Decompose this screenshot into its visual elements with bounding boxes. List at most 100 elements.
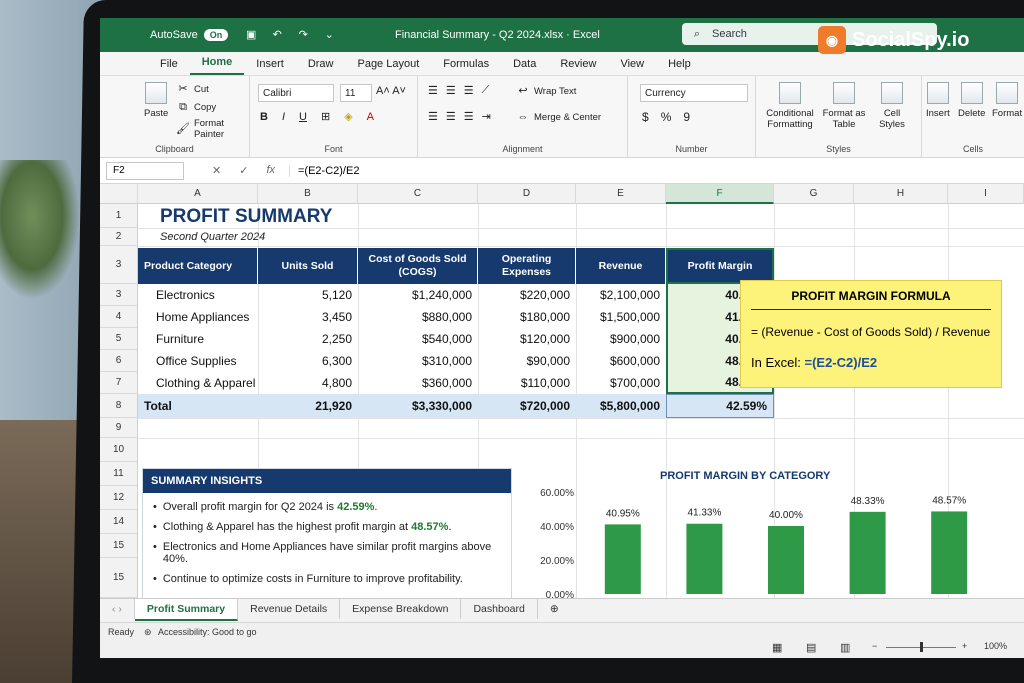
copy-button[interactable]: ⧉ Copy <box>176 100 216 114</box>
row-header[interactable]: 15 <box>100 534 138 558</box>
menu-file[interactable]: File <box>148 58 190 75</box>
conditional-formatting-button[interactable]: Conditional Formatting <box>762 82 818 130</box>
menu-view[interactable]: View <box>608 58 656 75</box>
table-cell[interactable]: $540,000 <box>358 328 478 350</box>
column-header-e[interactable]: E <box>576 184 666 204</box>
status-accessibility[interactable]: Accessibility: Good to go <box>158 627 257 637</box>
table-cell[interactable]: $180,000 <box>478 306 576 328</box>
name-box[interactable]: F2 <box>106 161 184 180</box>
page-layout-icon[interactable]: ▤ <box>806 641 816 654</box>
cut-button[interactable]: ✂ Cut <box>176 82 208 96</box>
zoom-slider-handle[interactable] <box>920 642 923 652</box>
format-cells-button[interactable]: Format <box>992 82 1022 119</box>
border-icon[interactable]: ⊞ <box>321 110 330 123</box>
table-cell[interactable]: $2,100,000 <box>576 284 666 306</box>
formula-input[interactable]: =(E2-C2)/E2 <box>289 164 359 177</box>
table-cell[interactable]: $1,500,000 <box>576 306 666 328</box>
menu-review[interactable]: Review <box>548 58 608 75</box>
font-color-icon[interactable]: A <box>367 111 374 123</box>
menu-page-layout[interactable]: Page Layout <box>345 58 431 75</box>
zoom-in-icon[interactable]: + <box>962 641 967 651</box>
table-cell[interactable]: 2,250 <box>258 328 358 350</box>
autosave-toggle[interactable]: On <box>203 29 229 41</box>
table-cell[interactable]: $220,000 <box>478 284 576 306</box>
font-grow-icon[interactable]: A˄ A˅ <box>376 85 406 97</box>
column-header-h[interactable]: H <box>854 184 948 204</box>
menu-formulas[interactable]: Formulas <box>431 58 501 75</box>
tab-dashboard[interactable]: Dashboard <box>461 599 538 619</box>
row-header[interactable]: 6 <box>100 350 138 372</box>
row-header[interactable]: 2 <box>100 228 138 246</box>
row-header[interactable]: 12 <box>100 486 138 510</box>
tab-profit-summary[interactable]: Profit Summary <box>134 599 239 621</box>
total-cell[interactable]: $5,800,000 <box>576 394 666 418</box>
table-cell[interactable]: $360,000 <box>358 372 478 394</box>
table-cell[interactable]: $1,240,000 <box>358 284 478 306</box>
tab-scroll-arrows[interactable]: ‹ › <box>100 599 135 619</box>
table-cell[interactable]: $310,000 <box>358 350 478 372</box>
header-profit-margin[interactable]: Profit Margin <box>666 248 774 284</box>
header-product-category[interactable]: Product Category <box>138 248 258 284</box>
header-units-sold[interactable]: Units Sold <box>258 248 358 284</box>
align-top-icon[interactable]: ☰ <box>428 84 438 97</box>
format-painter-button[interactable]: 🖌 Format Painter <box>176 118 249 140</box>
align-middle-icon[interactable]: ☰ <box>446 84 456 97</box>
underline-icon[interactable]: U <box>299 111 307 123</box>
table-cell[interactable]: $900,000 <box>576 328 666 350</box>
row-header[interactable]: 7 <box>100 372 138 394</box>
table-cell[interactable]: $90,000 <box>478 350 576 372</box>
column-header-f[interactable]: F <box>666 184 774 204</box>
row-header[interactable]: 1 <box>100 204 138 228</box>
row-header[interactable]: 4 <box>100 306 138 328</box>
total-cell[interactable]: $720,000 <box>478 394 576 418</box>
currency-icon[interactable]: $ <box>642 110 649 124</box>
row-header[interactable]: 14 <box>100 510 138 534</box>
column-header-i[interactable]: I <box>948 184 1024 204</box>
table-cell[interactable]: Furniture <box>150 328 210 350</box>
table-cell[interactable]: 6,300 <box>258 350 358 372</box>
column-header-c[interactable]: C <box>358 184 478 204</box>
table-cell[interactable]: Home Appliances <box>150 306 255 328</box>
row-header[interactable]: 5 <box>100 328 138 350</box>
column-header-a[interactable]: A <box>138 184 258 204</box>
table-cell[interactable]: $120,000 <box>478 328 576 350</box>
row-header[interactable]: 8 <box>100 394 138 418</box>
column-header-d[interactable]: D <box>478 184 576 204</box>
align-left-icon[interactable]: ☰ <box>428 110 438 123</box>
insert-cells-button[interactable]: Insert <box>926 82 950 119</box>
indent-icon[interactable]: ⇥ <box>482 110 491 123</box>
table-cell[interactable]: 5,120 <box>258 284 358 306</box>
header-cogs[interactable]: Cost of Goods Sold (COGS) <box>358 248 478 284</box>
delete-cells-button[interactable]: Delete <box>958 82 985 119</box>
header-operating-expenses[interactable]: Operating Expenses <box>478 248 576 284</box>
total-label[interactable]: Total <box>138 394 258 418</box>
total-cell[interactable]: 21,920 <box>258 394 358 418</box>
font-size-select[interactable]: 11 <box>340 84 372 102</box>
zoom-out-icon[interactable]: − <box>872 641 877 651</box>
enter-icon[interactable]: ✓ <box>239 164 248 177</box>
row-header[interactable]: 11 <box>100 462 138 486</box>
total-profit-margin[interactable]: 42.59% <box>666 394 774 418</box>
row-header[interactable]: 9 <box>100 418 138 438</box>
align-center-icon[interactable]: ☰ <box>446 110 456 123</box>
autosave[interactable]: AutoSave On <box>150 29 229 41</box>
menu-help[interactable]: Help <box>656 58 703 75</box>
cancel-icon[interactable]: ✕ <box>212 164 221 177</box>
row-header[interactable]: 3 <box>100 246 138 284</box>
menu-draw[interactable]: Draw <box>296 58 346 75</box>
table-cell[interactable]: $110,000 <box>478 372 576 394</box>
format-table-button[interactable]: Format as Table <box>822 82 866 130</box>
row-header[interactable]: 15 <box>100 558 138 598</box>
column-header-b[interactable]: B <box>258 184 358 204</box>
table-cell[interactable]: $700,000 <box>576 372 666 394</box>
wrap-text-button[interactable]: ↩ Wrap Text <box>516 84 576 98</box>
fx-icon[interactable]: fx <box>266 164 275 177</box>
cell-styles-button[interactable]: Cell Styles <box>872 82 912 130</box>
table-cell[interactable]: Clothing & Apparel <box>150 372 261 394</box>
select-all-corner[interactable] <box>100 184 138 204</box>
table-cell[interactable]: 3,450 <box>258 306 358 328</box>
redo-icon[interactable]: ↷ <box>296 28 310 42</box>
table-cell[interactable]: Office Supplies <box>150 350 243 372</box>
table-cell[interactable]: 4,800 <box>258 372 358 394</box>
table-cell[interactable]: Electronics <box>150 284 221 306</box>
